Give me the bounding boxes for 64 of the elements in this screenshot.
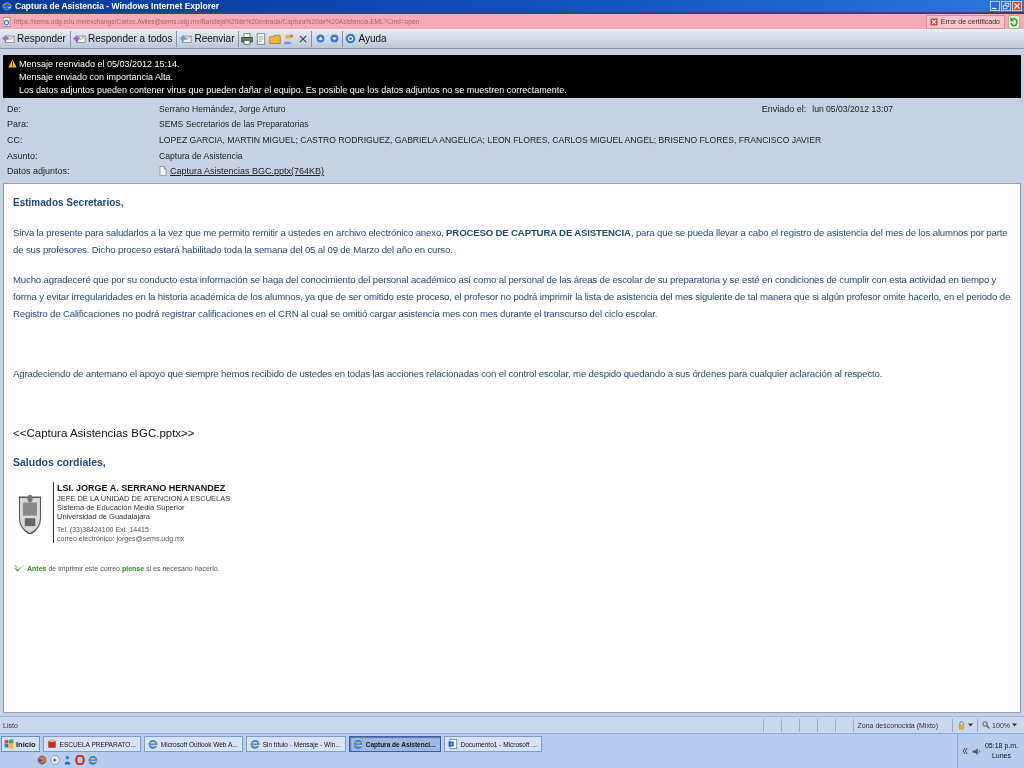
attachment-link[interactable]: Captura Asistencias BGC.pptx(764KB) xyxy=(170,166,325,177)
refresh-icon[interactable] xyxy=(1008,14,1020,29)
page-icon xyxy=(2,16,11,27)
toolbar-button[interactable]: Reenviar xyxy=(178,29,238,48)
field-label: Datos adjuntos: xyxy=(7,166,71,177)
windows-flag-icon xyxy=(4,739,14,749)
error-icon xyxy=(929,17,938,26)
padlock-icon xyxy=(957,720,967,730)
up-arrow-icon xyxy=(315,34,325,43)
print-icon xyxy=(241,32,254,45)
magnifier-icon xyxy=(982,721,991,729)
chevron-icon[interactable] xyxy=(961,747,968,755)
reply-icon xyxy=(2,32,15,45)
toolbar-button[interactable]: Responder a todos xyxy=(71,29,176,48)
warning-icon xyxy=(8,59,17,68)
forward-icon xyxy=(179,32,193,45)
browser-logo-icon xyxy=(2,1,12,11)
file-icon xyxy=(159,166,167,177)
banner-text: Los datos adjuntos pueden contener virus que pueden dañar el equipo. Es posible que los datos adjuntos no se muestren correctamente. xyxy=(19,84,567,95)
body-paragraph: Sirva la presente para saludarlos a la vez que me permito remitir a ustedes en archivo electrónico anexo, PROCESO DE CAPTURA DE ASISTENCIA, para que se pueda llevar a cabo el registro de asistencia del mes de los alumnos por parte de sus profesores. Dicho proceso estará habilitado toda la semana del 05 al 09 de Marzo del año en curso. xyxy=(13,226,1009,257)
attachment-reference: <<Captura Asistencias BGC.pptx>> xyxy=(13,426,196,441)
closing-text: Saludos cordiales, xyxy=(13,455,107,470)
field-value: LOPEZ GARCIA, MARTIN MIGUEL; CASTRO RODRIGUEZ, GABRIELA ANGELICA; LEON FLORES, CARLOS MIGUEL ANGEL; BRISENO FLORES, FRANCISCO JAVIER xyxy=(159,135,823,145)
field-label: Para: xyxy=(7,119,30,130)
field-value: SEMS Secretarios de las Preparatorias xyxy=(159,119,310,130)
folder-icon xyxy=(269,32,282,45)
field-value: Serrano Hernández, Jorge Arturo xyxy=(159,103,287,114)
person-icon[interactable] xyxy=(63,755,72,765)
caret-icon xyxy=(968,723,974,727)
globe-icon[interactable] xyxy=(37,755,47,765)
help-button[interactable]: Ayuda xyxy=(344,29,390,48)
window-title: Captura de Asistencia - Windows Internet Explorer xyxy=(15,0,221,12)
delete-icon xyxy=(298,33,309,44)
banner-text: Mensaje enviado con importancia Alta. xyxy=(19,71,174,82)
close-icon[interactable] xyxy=(1012,1,1022,11)
field-label: CC: xyxy=(7,135,24,145)
document-icon xyxy=(255,32,268,45)
ring-icon[interactable] xyxy=(75,755,85,765)
program-icon xyxy=(46,739,57,749)
body-paragraph: Mucho agradeceré que por su conducto esta información se haga del conocimiento del personal académico así como al personal de las áreas de escolar de su preparatoria y se esté en condiciones de cumplir con esta actividad en tiempo y forma y evitar irregularidades en la historia académica de los alumnos, ya que de ser omitido este proceso, el profesor no podrá imprimir la lista de asistencia del mes siguiente de tal manera que si algún profesor omite hacerlo, en el periodo de Registro de Calificaciones no podrá registrar calificaciones en el CRN al cual se omitió cargar asistencia mes con mes durante el transcurso del ciclo escolar. xyxy=(13,273,1011,321)
field-label: De: xyxy=(7,103,22,114)
field-value: Captura de Asistencia xyxy=(159,150,244,161)
down-arrow-icon xyxy=(329,34,339,43)
reply-all-icon xyxy=(72,32,86,45)
signature-name: LSI. JORGE A. SERRANO HERNANDEZ xyxy=(57,482,227,494)
caret-icon xyxy=(1012,723,1017,727)
toolbar-button[interactable]: Responder xyxy=(1,29,69,48)
browser-logo-icon xyxy=(352,739,363,749)
minimize-icon[interactable] xyxy=(990,1,1000,11)
browser-logo-icon[interactable] xyxy=(88,755,98,765)
document-icon xyxy=(447,739,458,749)
browser-logo-icon xyxy=(147,739,158,749)
field-value: lun 05/03/2012 13:07 xyxy=(812,103,893,114)
field-label: Enviado el: xyxy=(761,103,807,114)
speaker-icon[interactable] xyxy=(971,746,981,756)
help-icon xyxy=(345,33,357,44)
body-paragraph: Agradeciendo de antemano el apoyo que siempre hemos recibido de ustedes en todas las acciones relacionadas con el control escolar, me despido quedando a sus órdenes para cualquier aclaración al respecto. xyxy=(13,367,884,381)
field-label: Asunto: xyxy=(7,150,39,161)
banner-text: Mensaje reenviado el 05/03/2012 15:14. xyxy=(19,58,180,69)
people-icon xyxy=(283,32,296,45)
media-player-icon[interactable] xyxy=(50,755,60,765)
greeting-text: Estimados Secretarios, xyxy=(13,196,125,210)
restore-icon[interactable] xyxy=(1001,1,1011,11)
browser-logo-icon xyxy=(249,739,260,749)
